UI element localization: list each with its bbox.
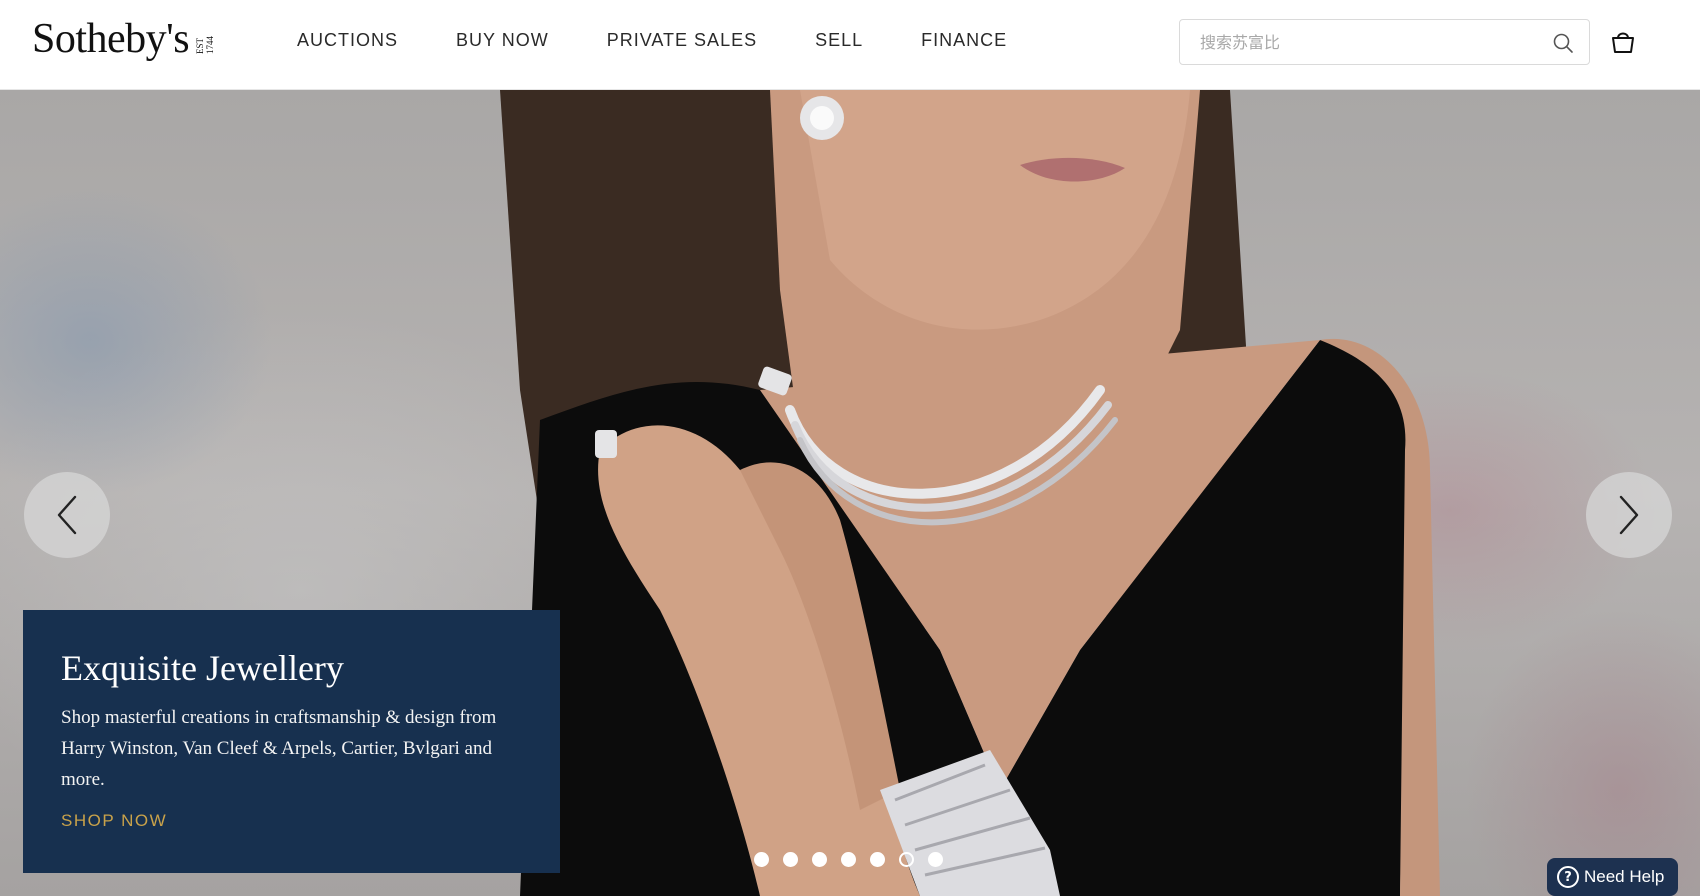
sothebys-logo[interactable]: Sotheby's EST 1744 [32, 14, 215, 64]
carousel-dot-2[interactable] [783, 852, 798, 867]
carousel-next-button[interactable] [1586, 472, 1672, 558]
chevron-left-icon [57, 495, 77, 535]
shopping-bag-icon[interactable] [1608, 26, 1638, 56]
main-nav: AUCTIONS BUY NOW PRIVATE SALES SELL FINA… [297, 30, 1065, 51]
promo-card: Exquisite Jewellery Shop masterful creat… [23, 610, 560, 873]
search-input[interactable] [1180, 20, 1540, 64]
nav-item-finance[interactable]: FINANCE [921, 30, 1007, 51]
search-icon[interactable] [1551, 31, 1575, 55]
need-help-button[interactable]: ? Need Help [1547, 858, 1678, 896]
nav-item-private-sales[interactable]: PRIVATE SALES [607, 30, 757, 51]
nav-item-sell[interactable]: SELL [815, 30, 863, 51]
logo-wordmark: Sotheby's [32, 16, 190, 62]
logo-est-year: 1744 [205, 36, 216, 54]
carousel-dot-4[interactable] [841, 852, 856, 867]
carousel-dot-7[interactable] [928, 852, 943, 867]
promo-title: Exquisite Jewellery [61, 648, 344, 688]
carousel-dot-3[interactable] [812, 852, 827, 867]
shop-now-link[interactable]: SHOP NOW [61, 811, 167, 831]
need-help-label: Need Help [1584, 867, 1665, 886]
chevron-right-icon [1619, 495, 1639, 535]
logo-established: EST 1744 [195, 24, 215, 54]
question-circle-icon: ? [1557, 866, 1579, 888]
logo-est-label: EST [195, 37, 206, 54]
promo-description: Shop masterful creations in craftsmanshi… [61, 707, 497, 790]
carousel-dot-1[interactable] [754, 852, 769, 867]
carousel-pagination [754, 852, 957, 867]
search-box [1179, 19, 1590, 65]
nav-item-buy-now[interactable]: BUY NOW [456, 30, 549, 51]
carousel-dot-5[interactable] [870, 852, 885, 867]
site-header: Sotheby's EST 1744 AUCTIONS BUY NOW PRIV… [0, 0, 1700, 90]
nav-item-auctions[interactable]: AUCTIONS [297, 30, 398, 51]
carousel-prev-button[interactable] [24, 472, 110, 558]
hero-carousel: Exquisite Jewellery Shop masterful creat… [0, 90, 1700, 896]
carousel-dot-6-active[interactable] [899, 852, 914, 867]
